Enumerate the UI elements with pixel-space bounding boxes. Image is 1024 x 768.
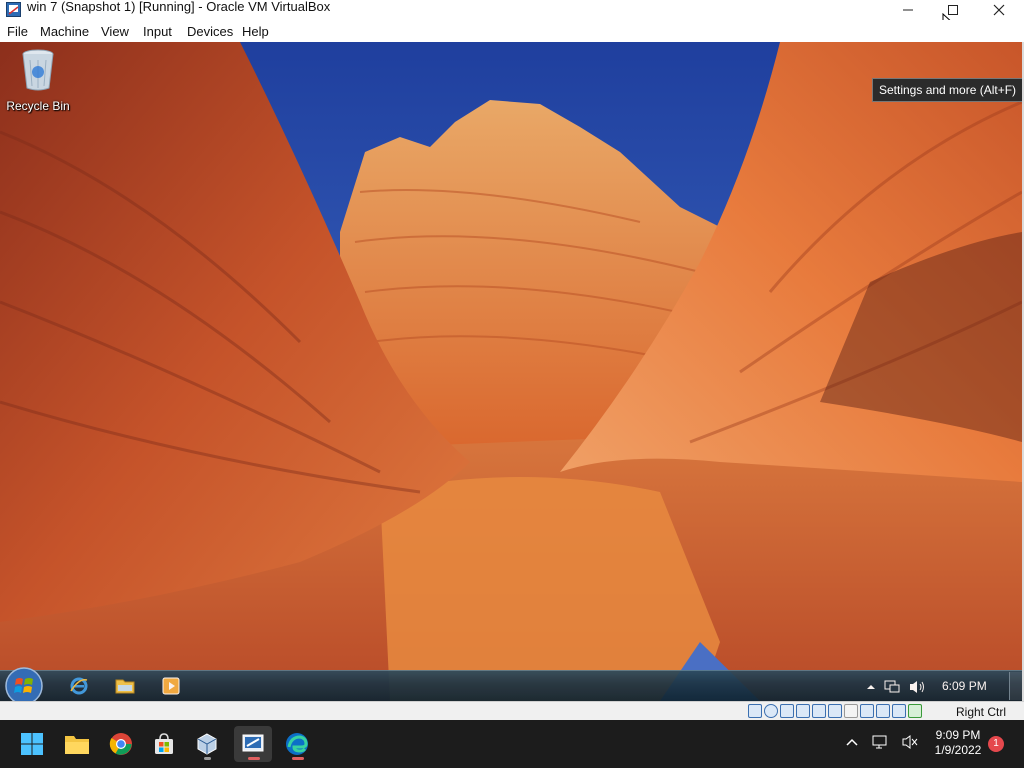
- file-explorer-icon: [65, 736, 89, 754]
- microsoft-store-icon: [155, 733, 173, 754]
- guest-display[interactable]: Recycle Bin Settings and more (Alt+F) 6:…: [0, 42, 1022, 701]
- menu-devices[interactable]: Devices: [187, 24, 233, 39]
- close-button[interactable]: [976, 0, 1022, 20]
- guest-clock[interactable]: 6:09 PM: [942, 679, 987, 693]
- recycle-bin-label: Recycle Bin: [6, 99, 70, 113]
- close-icon: [993, 4, 1005, 16]
- start-icon: [21, 733, 43, 755]
- windows7-start-orb-icon: [5, 667, 43, 701]
- cpu-icon[interactable]: [876, 704, 890, 718]
- virtualbox-app-icon: [6, 2, 21, 17]
- status-bar: Right Ctrl: [0, 701, 1024, 722]
- guest-taskbar: 6:09 PM: [0, 667, 1022, 701]
- host-app-file-explorer[interactable]: [58, 726, 96, 762]
- host-key-label[interactable]: Right Ctrl: [956, 705, 1006, 719]
- edge-icon: [286, 733, 308, 755]
- shared-folders-icon[interactable]: [828, 704, 842, 718]
- host-app-virtualbox-vm[interactable]: [234, 726, 272, 762]
- volume-muted-icon[interactable]: [901, 734, 919, 750]
- menu-bar: File Machine View Input Devices Help: [0, 20, 1024, 42]
- virtualbox-vm-icon: [242, 734, 264, 752]
- guest-show-desktop-button[interactable]: [1009, 672, 1022, 700]
- active-indicator: [248, 757, 260, 760]
- host-app-chrome[interactable]: [102, 726, 140, 762]
- hard-disk-icon[interactable]: [748, 704, 762, 718]
- recycle-bin-icon: [22, 49, 54, 91]
- minimize-icon: [903, 9, 913, 11]
- guest-pin-media-player[interactable]: [158, 674, 184, 698]
- network-icon[interactable]: [884, 679, 900, 695]
- host-app-edge[interactable]: [278, 726, 316, 762]
- display-icon[interactable]: [844, 704, 858, 718]
- window-title: win 7 (Snapshot 1) [Running] - Oracle VM…: [27, 0, 331, 14]
- notification-badge[interactable]: 1: [988, 736, 1004, 752]
- network-icon[interactable]: [871, 734, 889, 750]
- desktop-wallpaper: [0, 42, 1022, 701]
- menu-view[interactable]: View: [101, 24, 129, 39]
- title-bar: win 7 (Snapshot 1) [Running] - Oracle VM…: [0, 0, 1024, 33]
- audio-icon[interactable]: [780, 704, 794, 718]
- internet-explorer-icon: [70, 677, 88, 695]
- host-taskbar: 9:09 PM 1/9/2022: [0, 720, 1024, 768]
- menu-input[interactable]: Input: [143, 24, 172, 39]
- usb-icon[interactable]: [812, 704, 826, 718]
- recycle-bin-shortcut[interactable]: Recycle Bin: [4, 48, 72, 113]
- network-adapter-icon[interactable]: [796, 704, 810, 718]
- running-indicator: [292, 757, 304, 760]
- tooltip: Settings and more (Alt+F): [872, 78, 1022, 102]
- host-system-tray: [845, 734, 919, 750]
- host-time: 9:09 PM: [935, 728, 981, 742]
- menu-help[interactable]: Help: [242, 24, 269, 39]
- virtualbox-icon: [197, 733, 217, 755]
- status-indicators: [748, 704, 922, 718]
- chevron-up-icon[interactable]: [845, 735, 859, 749]
- keyboard-capture-icon[interactable]: [908, 704, 922, 718]
- guest-system-tray: [866, 677, 926, 697]
- video-capture-icon[interactable]: [860, 704, 874, 718]
- host-app-virtualbox[interactable]: [188, 726, 226, 762]
- guest-pin-ie[interactable]: [66, 674, 92, 698]
- minimize-button[interactable]: [885, 0, 931, 20]
- mouse-integration-icon[interactable]: [892, 704, 906, 718]
- optical-drive-icon[interactable]: [764, 704, 778, 718]
- menu-machine[interactable]: Machine: [40, 24, 89, 39]
- guest-start-button[interactable]: [4, 666, 44, 701]
- chrome-icon: [109, 733, 132, 755]
- host-clock[interactable]: 9:09 PM 1/9/2022: [930, 728, 986, 758]
- show-hidden-icons-icon[interactable]: [866, 682, 876, 692]
- host-date: 1/9/2022: [934, 743, 982, 757]
- running-indicator: [204, 757, 211, 760]
- media-player-icon: [162, 677, 180, 695]
- guest-pin-explorer[interactable]: [112, 674, 138, 698]
- host-start-button[interactable]: [13, 726, 51, 762]
- file-explorer-icon: [115, 679, 135, 694]
- volume-icon[interactable]: [908, 679, 926, 695]
- menu-file[interactable]: File: [7, 24, 28, 39]
- host-app-store[interactable]: [145, 726, 183, 762]
